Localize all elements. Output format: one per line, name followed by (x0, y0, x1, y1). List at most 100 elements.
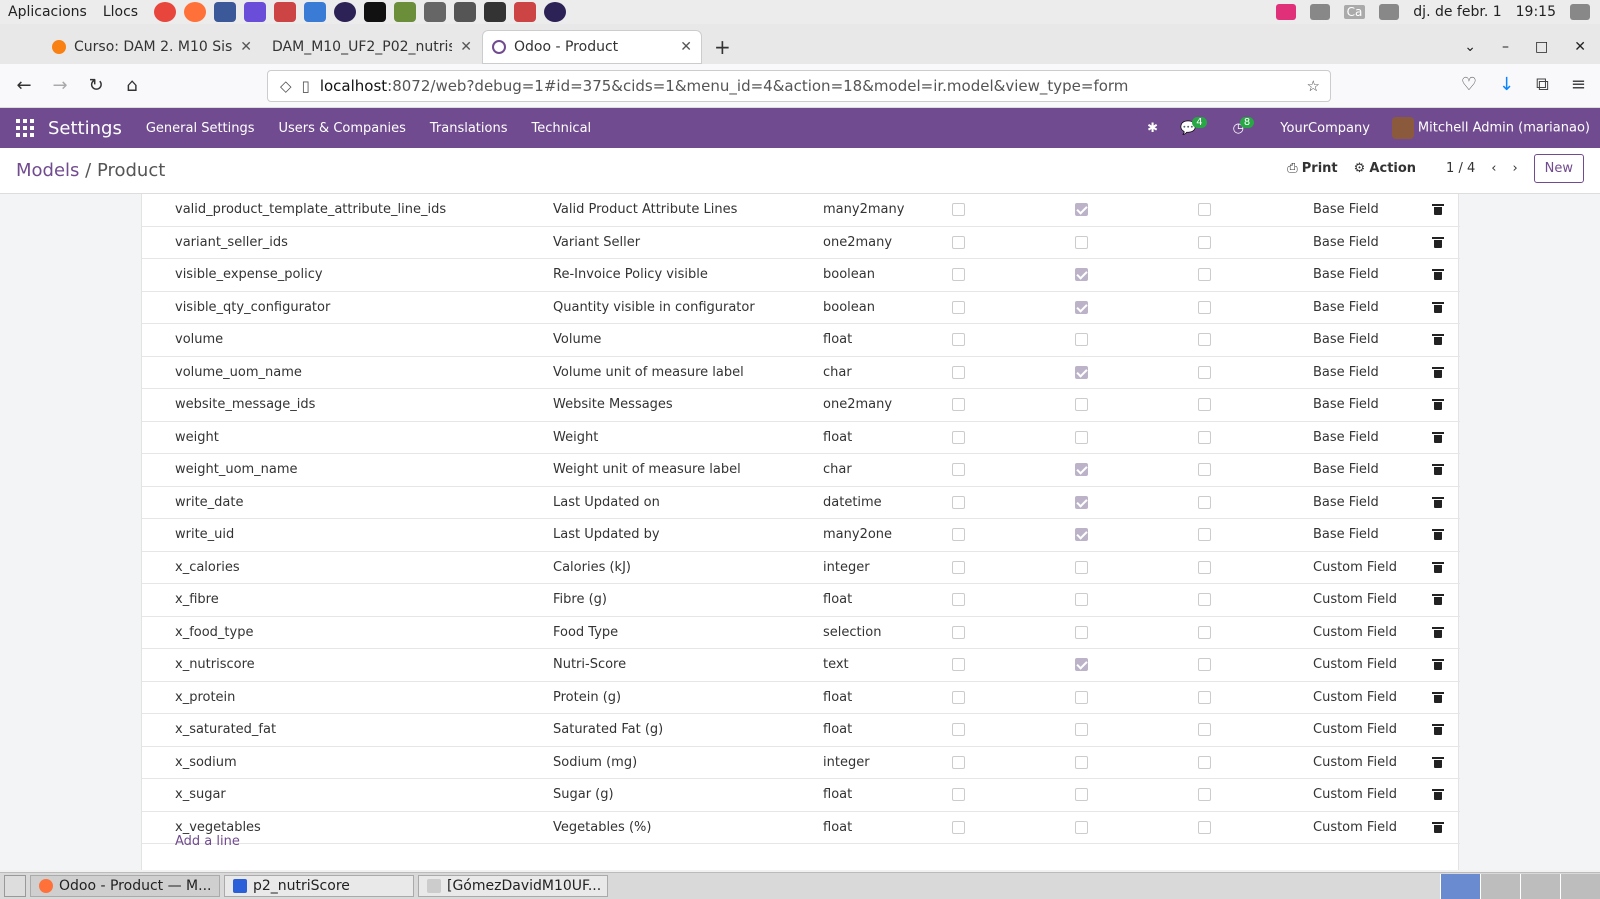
pager-value[interactable]: 1 / 4 (1446, 161, 1475, 176)
indexed-checkbox[interactable] (1198, 365, 1211, 379)
forward-icon[interactable]: → (42, 75, 78, 96)
shield-icon[interactable]: ◇ (280, 77, 292, 95)
indexed-checkbox[interactable] (1198, 625, 1211, 639)
field-label[interactable]: Vegetables (%) (553, 820, 651, 835)
field-label[interactable]: Volume unit of measure label (553, 365, 744, 380)
required-checkbox[interactable] (952, 333, 965, 347)
new-tab-button[interactable]: + (702, 30, 743, 64)
trash-icon[interactable] (1432, 269, 1444, 281)
downloads-icon[interactable]: ↓ (1499, 74, 1514, 95)
readonly-checkbox[interactable] (1075, 268, 1088, 282)
os-clock[interactable]: 19:15 (1516, 4, 1556, 20)
readonly-checkbox[interactable] (1075, 235, 1088, 249)
show-desktop-icon[interactable] (4, 875, 26, 897)
table-row[interactable]: x_sugar Sugar (g) float Custom Field (142, 779, 1460, 812)
close-icon[interactable]: ✕ (680, 39, 692, 55)
table-row[interactable]: write_date Last Updated on datetime Base Fi… (142, 487, 1460, 519)
trash-icon[interactable] (1432, 431, 1444, 443)
menu-users-companies[interactable]: Users & Companies (279, 121, 406, 136)
app-icon[interactable] (544, 2, 567, 22)
field-name[interactable]: x_food_type (175, 625, 253, 640)
indexed-checkbox[interactable] (1198, 820, 1211, 834)
readonly-checkbox[interactable] (1075, 788, 1088, 802)
add-a-line-button[interactable]: Add a line (175, 834, 240, 849)
field-type[interactable]: datetime (823, 495, 882, 510)
field-label[interactable]: Protein (g) (553, 690, 621, 705)
trash-icon[interactable] (1432, 659, 1444, 671)
required-checkbox[interactable] (952, 820, 965, 834)
close-icon[interactable]: ✕ (240, 39, 252, 55)
app-icon[interactable] (244, 2, 267, 22)
keyboard-layout[interactable]: Ca (1343, 5, 1366, 19)
field-name[interactable]: visible_expense_policy (175, 267, 323, 282)
battery-icon[interactable] (1570, 4, 1590, 20)
field-type[interactable]: many2one (823, 527, 892, 542)
indexed-checkbox[interactable] (1198, 593, 1211, 607)
field-name[interactable]: write_uid (175, 527, 234, 542)
trash-icon[interactable] (1432, 561, 1444, 573)
table-row[interactable]: visible_qty_configurator Quantity visible… (142, 292, 1460, 324)
field-type[interactable]: one2many (823, 235, 892, 250)
table-row[interactable]: x_sodium Sodium (mg) integer Custom Field (142, 747, 1460, 779)
field-label[interactable]: Saturated Fat (g) (553, 722, 663, 737)
table-row[interactable]: write_uid Last Updated by many2one Base Fie… (142, 519, 1460, 552)
hamburger-menu-icon[interactable]: ≡ (1571, 74, 1586, 95)
required-checkbox[interactable] (952, 463, 965, 477)
table-row[interactable]: x_calories Calories (kJ) integer Custom Fie… (142, 552, 1460, 584)
trash-icon[interactable] (1432, 789, 1444, 801)
action-button[interactable]: ⚙ Action (1354, 161, 1416, 176)
field-name[interactable]: x_calories (175, 560, 240, 575)
field-type[interactable]: float (823, 690, 852, 705)
required-checkbox[interactable] (952, 788, 965, 802)
trash-icon[interactable] (1432, 464, 1444, 476)
field-name[interactable]: weight (175, 430, 219, 445)
menu-general-settings[interactable]: General Settings (146, 121, 255, 136)
trash-icon[interactable] (1432, 399, 1444, 411)
readonly-checkbox[interactable] (1075, 430, 1088, 444)
table-row[interactable]: visible_expense_policy Re-Invoice Policy … (142, 259, 1460, 292)
field-type[interactable]: text (823, 657, 849, 672)
indexed-checkbox[interactable] (1198, 755, 1211, 769)
field-name[interactable]: write_date (175, 495, 244, 510)
app-icon[interactable] (274, 2, 297, 22)
required-checkbox[interactable] (952, 300, 965, 314)
indexed-checkbox[interactable] (1198, 268, 1211, 282)
trash-icon[interactable] (1432, 334, 1444, 346)
table-row[interactable]: x_protein Protein (g) float Custom Field (142, 682, 1460, 714)
url-bar[interactable]: ◇ ▯ localhost:8072/web?debug=1#id=375&ci… (267, 70, 1331, 102)
field-label[interactable]: Last Updated on (553, 495, 660, 510)
field-type[interactable]: float (823, 430, 852, 445)
indexed-checkbox[interactable] (1198, 528, 1211, 542)
table-row[interactable]: volume_uom_name Volume unit of measure la… (142, 357, 1460, 389)
browser-tab[interactable]: DAM_M10_UF2_P02_nutrisc ✕ (262, 30, 482, 64)
indexed-checkbox[interactable] (1198, 203, 1211, 217)
readonly-checkbox[interactable] (1075, 723, 1088, 737)
pocket-icon[interactable]: ♡ (1461, 74, 1477, 95)
field-label[interactable]: Food Type (553, 625, 618, 640)
field-label[interactable]: Valid Product Attribute Lines (553, 202, 737, 217)
required-checkbox[interactable] (952, 203, 965, 217)
field-type[interactable]: many2many (823, 202, 904, 217)
readonly-checkbox[interactable] (1075, 495, 1088, 509)
indexed-checkbox[interactable] (1198, 333, 1211, 347)
volume-icon[interactable] (1379, 4, 1400, 20)
field-type[interactable]: integer (823, 560, 870, 575)
field-label[interactable]: Quantity visible in configurator (553, 300, 755, 315)
table-row[interactable]: x_food_type Food Type selection Custom Fiel… (142, 617, 1460, 649)
print-button[interactable]: ⎙ Print (1287, 161, 1337, 176)
pager-previous-icon[interactable]: ‹ (1491, 161, 1496, 176)
indexed-checkbox[interactable] (1198, 788, 1211, 802)
required-checkbox[interactable] (952, 593, 965, 607)
required-checkbox[interactable] (952, 528, 965, 542)
indexed-checkbox[interactable] (1198, 398, 1211, 412)
app-icon[interactable] (304, 2, 327, 22)
apps-menu-icon[interactable] (16, 119, 36, 137)
close-icon[interactable]: ✕ (460, 39, 472, 55)
readonly-checkbox[interactable] (1075, 658, 1088, 672)
table-row[interactable]: weight_uom_name Weight unit of measure la… (142, 454, 1460, 487)
trash-icon[interactable] (1432, 691, 1444, 703)
field-type[interactable]: integer (823, 755, 870, 770)
readonly-checkbox[interactable] (1075, 560, 1088, 574)
firefox-icon[interactable] (184, 2, 207, 22)
field-label[interactable]: Fibre (g) (553, 592, 607, 607)
